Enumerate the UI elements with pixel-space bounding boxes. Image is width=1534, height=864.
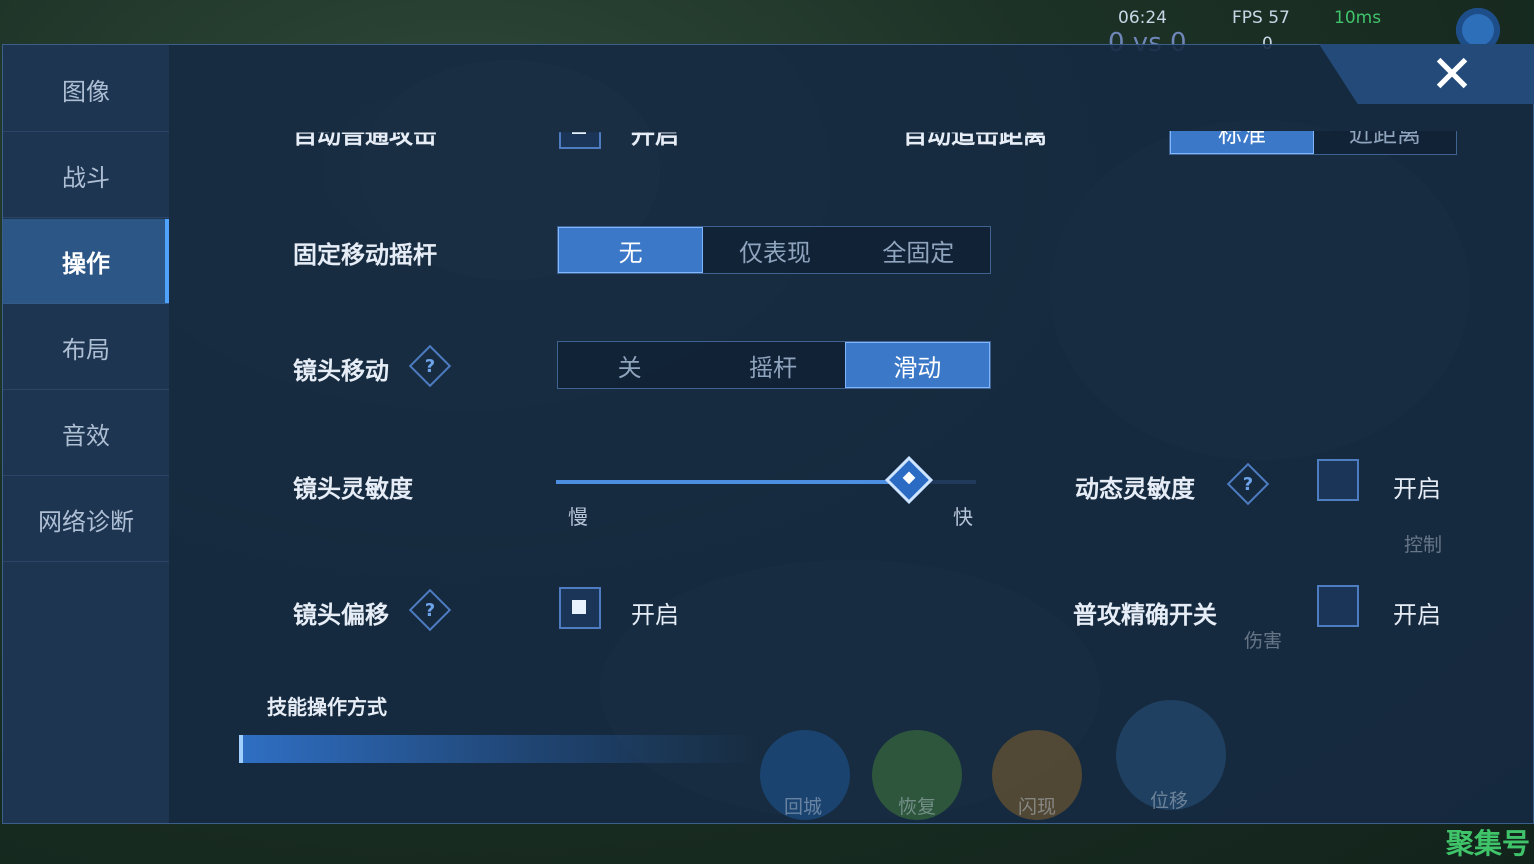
dynamic-sensitivity-checkbox[interactable] bbox=[1317, 459, 1359, 501]
skill-label: 恢复 bbox=[898, 796, 937, 818]
settings-sidebar: 图像 战斗 操作 布局 音效 网络诊断 bbox=[3, 45, 169, 823]
help-glyph: ? bbox=[424, 599, 436, 621]
fixed-joystick-option-visual[interactable]: 仅表现 bbox=[703, 227, 846, 273]
auto-attack-checkbox[interactable] bbox=[559, 132, 601, 149]
auto-chase-option-standard[interactable]: 标准 bbox=[1170, 131, 1314, 154]
camera-move-option-off[interactable]: 关 bbox=[558, 342, 701, 388]
fixed-joystick-label: 固定移动摇杆 bbox=[293, 241, 437, 269]
skill-label: 回城 bbox=[784, 796, 823, 818]
slider-min-label: 慢 bbox=[568, 505, 588, 529]
auto-chase-option-near[interactable]: 近距离 bbox=[1314, 131, 1456, 154]
precise-attack-toggle-label: 开启 bbox=[1393, 601, 1441, 629]
skill-label: 位移 bbox=[1150, 790, 1189, 812]
help-icon[interactable]: ? bbox=[408, 588, 452, 632]
ping-readout: 10ms bbox=[1334, 8, 1382, 28]
slider-max-label: 快 bbox=[953, 505, 973, 529]
help-glyph: ? bbox=[424, 355, 436, 377]
section-header-bar bbox=[239, 735, 759, 763]
sidebar-item-label: 战斗 bbox=[62, 163, 110, 192]
auto-chase-segment[interactable]: 标准 近距离 bbox=[1169, 131, 1457, 155]
camera-sensitivity-label: 镜头灵敏度 bbox=[293, 475, 413, 503]
skill-label: 闪现 bbox=[1018, 796, 1057, 818]
camera-offset-checkbox[interactable] bbox=[559, 587, 601, 629]
sidebar-item-label: 操作 bbox=[62, 249, 110, 278]
sidebar-item-sound[interactable]: 音效 bbox=[3, 391, 169, 476]
camera-move-option-swipe[interactable]: 滑动 bbox=[844, 342, 990, 388]
auto-attack-toggle-label: 开启 bbox=[631, 121, 679, 150]
precise-attack-label: 普攻精确开关 bbox=[1073, 601, 1217, 629]
precise-attack-checkbox[interactable] bbox=[1317, 585, 1359, 627]
sensitivity-slider-fill bbox=[556, 480, 909, 484]
dynamic-sensitivity-toggle-label: 开启 bbox=[1393, 475, 1441, 503]
sidebar-item-network[interactable]: 网络诊断 bbox=[3, 477, 169, 562]
camera-move-segment[interactable]: 关 摇杆 滑动 bbox=[557, 341, 991, 389]
sidebar-item-label: 音效 bbox=[62, 421, 110, 450]
help-icon[interactable]: ? bbox=[408, 344, 452, 388]
sidebar-item-controls[interactable]: 操作 bbox=[3, 219, 169, 304]
sidebar-item-layout[interactable]: 布局 bbox=[3, 305, 169, 390]
auto-chase-label: 自动追击距离 bbox=[903, 121, 1047, 150]
match-timer: 06:24 bbox=[1118, 8, 1167, 28]
camera-offset-toggle-label: 开启 bbox=[631, 601, 679, 629]
help-glyph: ? bbox=[1242, 473, 1254, 495]
skill-label: 伤害 bbox=[1244, 630, 1283, 652]
sidebar-item-label: 布局 bbox=[62, 335, 110, 364]
fixed-joystick-option-none[interactable]: 无 bbox=[558, 227, 704, 273]
sidebar-item-label: 网络诊断 bbox=[38, 507, 134, 536]
auto-attack-label: 自动普通攻击 bbox=[293, 121, 437, 150]
sidebar-item-graphics[interactable]: 图像 bbox=[3, 47, 169, 132]
fixed-joystick-segment[interactable]: 无 仅表现 全固定 bbox=[557, 226, 991, 274]
fps-readout: FPS 57 bbox=[1232, 8, 1290, 28]
camera-move-label: 镜头移动 bbox=[293, 357, 389, 385]
skill-label: 控制 bbox=[1404, 534, 1443, 556]
sidebar-item-label: 图像 bbox=[62, 77, 110, 106]
camera-move-option-joystick[interactable]: 摇杆 bbox=[701, 342, 844, 388]
dynamic-sensitivity-label: 动态灵敏度 bbox=[1075, 475, 1195, 503]
help-icon[interactable]: ? bbox=[1226, 462, 1270, 506]
watermark-logo: 聚集号 bbox=[1446, 827, 1531, 860]
fixed-joystick-option-full[interactable]: 全固定 bbox=[847, 227, 990, 273]
sidebar-item-combat[interactable]: 战斗 bbox=[3, 133, 169, 218]
section-title: 技能操作方式 bbox=[267, 695, 387, 719]
close-icon[interactable]: ✕ bbox=[1421, 45, 1483, 105]
camera-offset-label: 镜头偏移 bbox=[293, 601, 389, 629]
settings-panel: 图像 战斗 操作 布局 音效 网络诊断 ✕ 自动普通攻击 开启 自动追击距离 标… bbox=[2, 44, 1534, 824]
